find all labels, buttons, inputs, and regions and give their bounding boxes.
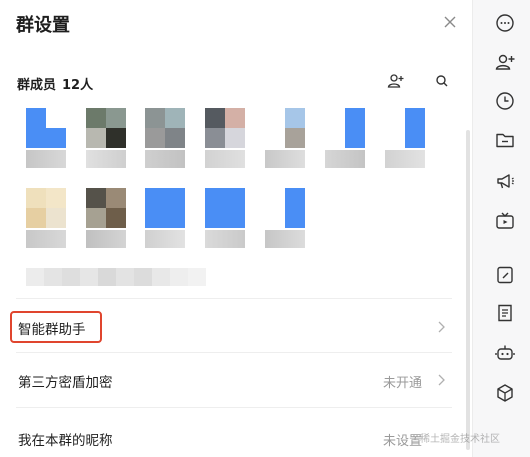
bot-icon[interactable] — [494, 342, 516, 364]
member-name — [26, 230, 66, 248]
member-names-blurred — [26, 268, 206, 286]
member-avatar[interactable] — [86, 108, 130, 152]
member-avatar[interactable] — [145, 188, 189, 232]
chevron-right-icon — [438, 321, 445, 333]
member-name — [325, 150, 365, 168]
divider — [16, 407, 452, 408]
document-icon[interactable] — [494, 302, 516, 324]
member-name — [145, 230, 185, 248]
nickname-row[interactable]: 我在本群的昵称 未设置 — [0, 410, 460, 457]
row-label: 我在本群的昵称 — [18, 433, 113, 449]
member-name — [265, 150, 305, 168]
member-avatar[interactable] — [205, 108, 249, 152]
chevron-right-icon — [438, 374, 445, 386]
add-member-icon[interactable] — [387, 72, 405, 90]
add-member-icon[interactable] — [494, 51, 516, 73]
member-name — [86, 230, 126, 248]
close-icon[interactable] — [440, 12, 460, 32]
member-avatar[interactable] — [26, 108, 70, 152]
row-value: 未设置 — [382, 434, 422, 449]
member-name — [26, 150, 66, 168]
notes-icon[interactable] — [494, 264, 516, 286]
member-avatar[interactable] — [325, 108, 369, 152]
member-name — [265, 230, 305, 248]
member-name — [145, 150, 185, 168]
folder-icon[interactable] — [494, 129, 516, 151]
members-count: 12人 — [62, 78, 94, 93]
member-avatar[interactable] — [205, 188, 249, 232]
scrollbar[interactable] — [466, 130, 470, 450]
member-avatar[interactable] — [265, 108, 309, 152]
encryption-row[interactable]: 第三方密盾加密 未开通 — [0, 355, 460, 405]
member-name — [385, 150, 425, 168]
page-title: 群设置 — [16, 15, 70, 36]
member-avatar[interactable] — [26, 188, 70, 232]
row-value: 未开通 — [382, 376, 422, 391]
member-avatar[interactable] — [145, 108, 189, 152]
highlight-box — [10, 311, 102, 343]
divider — [16, 298, 452, 299]
group-settings-panel: 群设置 群成员 12人 智能群助手 第三方密盾加密 未开通 我在本群的昵称 未设… — [0, 0, 472, 457]
search-icon[interactable] — [433, 72, 451, 90]
watermark: 稀土掘金技术社区 — [420, 434, 500, 445]
divider — [16, 352, 452, 353]
apps-icon[interactable] — [494, 382, 516, 404]
more-icon[interactable] — [494, 12, 516, 34]
member-avatar[interactable] — [86, 188, 130, 232]
member-avatar[interactable] — [265, 188, 309, 232]
members-title: 群成员 — [17, 78, 57, 93]
members-header: 群成员 12人 — [17, 74, 93, 93]
member-name — [86, 150, 126, 168]
live-icon[interactable] — [494, 210, 516, 232]
member-name — [205, 230, 245, 248]
announcement-icon[interactable] — [494, 170, 516, 192]
member-name — [205, 150, 245, 168]
row-label: 第三方密盾加密 — [18, 375, 113, 391]
history-icon[interactable] — [494, 90, 516, 112]
member-avatar[interactable] — [385, 108, 429, 152]
